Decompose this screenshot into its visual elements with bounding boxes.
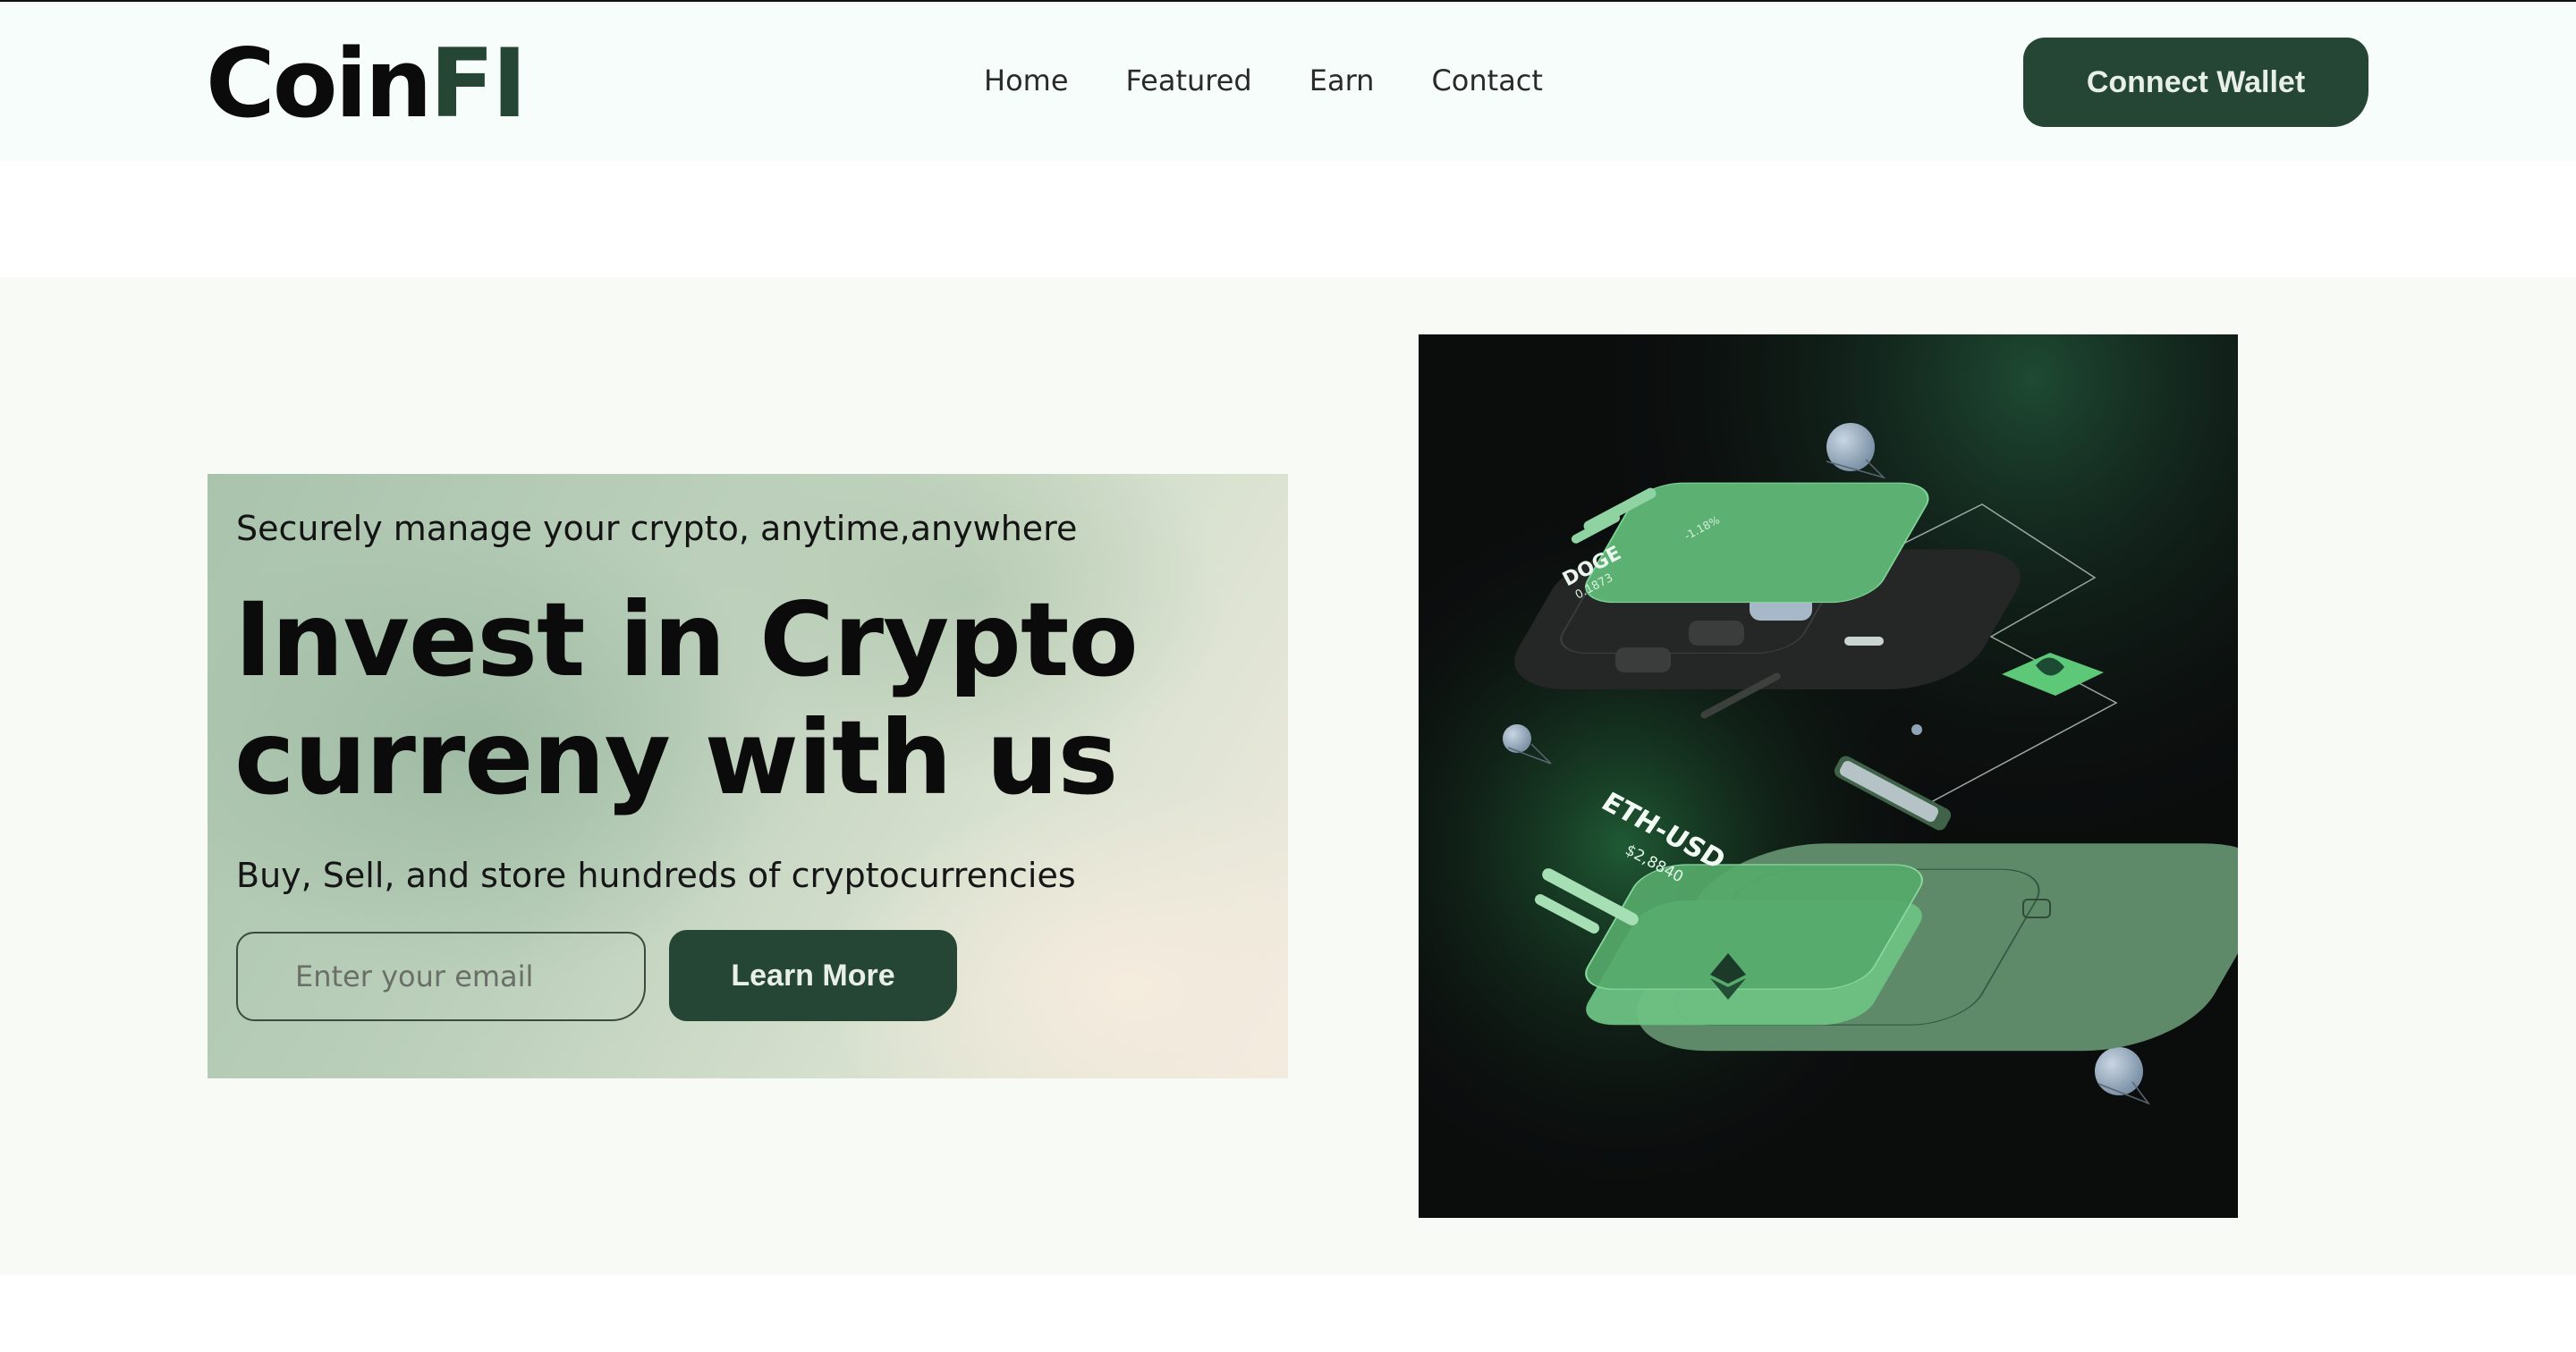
headline-line-2: curreny with us [234,698,1118,817]
hero-tagline: Securely manage your crypto, anytime,any… [236,509,1078,548]
logo-accent: FI [429,29,527,139]
nav-featured[interactable]: Featured [1126,61,1252,100]
hero-headline: Invest in Crypto curreny with us [234,581,1263,817]
nav-contact[interactable]: Contact [1431,61,1543,100]
email-input[interactable] [236,932,646,1021]
learn-more-button[interactable]: Learn More [669,930,957,1021]
dot-icon [1911,724,1922,735]
logo[interactable]: CoinFI [206,27,527,141]
nav-home[interactable]: Home [984,61,1069,100]
hero-subline: Buy, Sell, and store hundreds of cryptoc… [236,856,1076,895]
logo-main: Coin [206,29,432,139]
main-nav: Home Featured Earn Contact [984,61,1543,100]
site-header: CoinFI Home Featured Earn Contact Connec… [0,2,2576,161]
headline-line-1: Invest in Crypto [234,580,1139,699]
connect-wallet-button[interactable]: Connect Wallet [2023,38,2368,127]
crypto-illustration: DOGE 0.1873 -1.18% ETH-USD $2,8840 [1419,334,2238,1218]
nav-earn[interactable]: Earn [1309,61,1375,100]
